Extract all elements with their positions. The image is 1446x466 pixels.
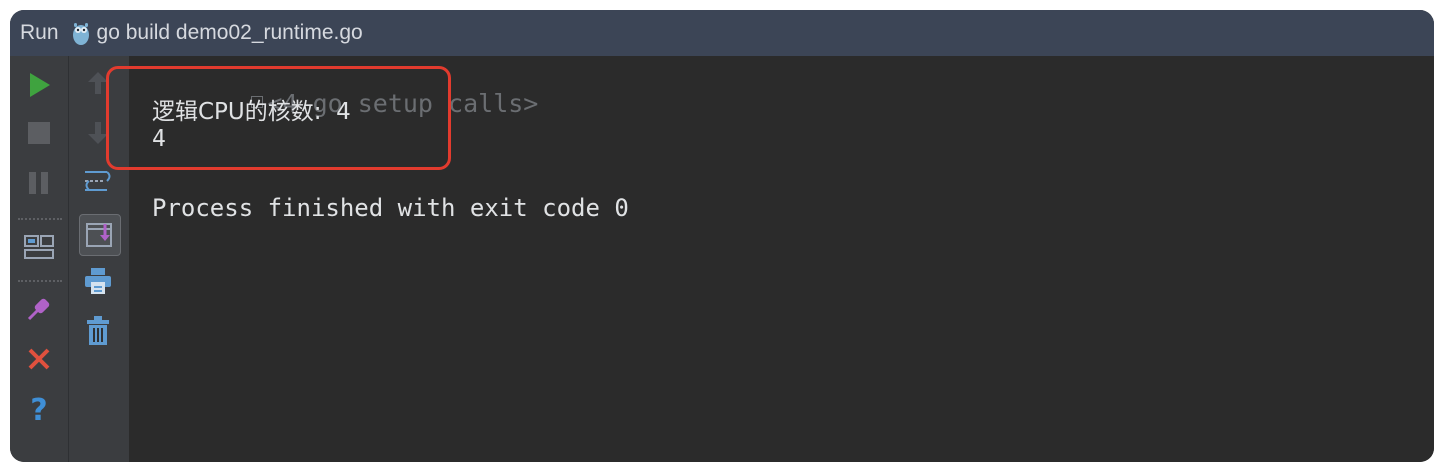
help-icon[interactable]: ? xyxy=(22,392,56,426)
down-arrow-icon[interactable] xyxy=(81,116,115,150)
run-titlebar: Run go build demo02_runtime.go xyxy=(10,10,1434,56)
scroll-to-end-icon[interactable] xyxy=(79,214,121,256)
pin-icon[interactable] xyxy=(22,292,56,326)
print-icon[interactable] xyxy=(81,264,115,298)
console-output[interactable]: <4 go setup calls> 逻辑CPU的核数: 4 4 Process… xyxy=(129,56,1434,462)
rerun-icon[interactable] xyxy=(22,68,56,102)
svg-text:?: ? xyxy=(30,394,47,424)
soft-wrap-icon[interactable] xyxy=(81,164,115,198)
run-config-name[interactable]: go build demo02_runtime.go xyxy=(97,21,363,45)
layout-icon[interactable] xyxy=(22,230,56,264)
pause-icon[interactable] xyxy=(22,166,56,200)
gopher-icon xyxy=(71,20,91,46)
run-toolbar-secondary xyxy=(68,56,130,462)
run-label: Run xyxy=(20,21,59,44)
console-line-value: 4 xyxy=(152,126,166,152)
close-icon[interactable] xyxy=(22,342,56,376)
up-arrow-icon[interactable] xyxy=(81,66,115,100)
toolbar-separator xyxy=(18,280,62,282)
run-toolbar-primary: ? xyxy=(10,56,68,462)
toolbar-separator xyxy=(18,218,62,220)
trash-icon[interactable] xyxy=(81,314,115,348)
screenshot-frame: Run go build demo02_runtime.go ? <4 go s… xyxy=(0,0,1446,466)
stop-icon[interactable] xyxy=(22,116,56,150)
run-tool-window: Run go build demo02_runtime.go ? <4 go s… xyxy=(10,10,1434,462)
console-line-cpu-count: 逻辑CPU的核数: 4 xyxy=(152,99,351,125)
console-line-exit: Process finished with exit code 0 xyxy=(152,194,629,222)
